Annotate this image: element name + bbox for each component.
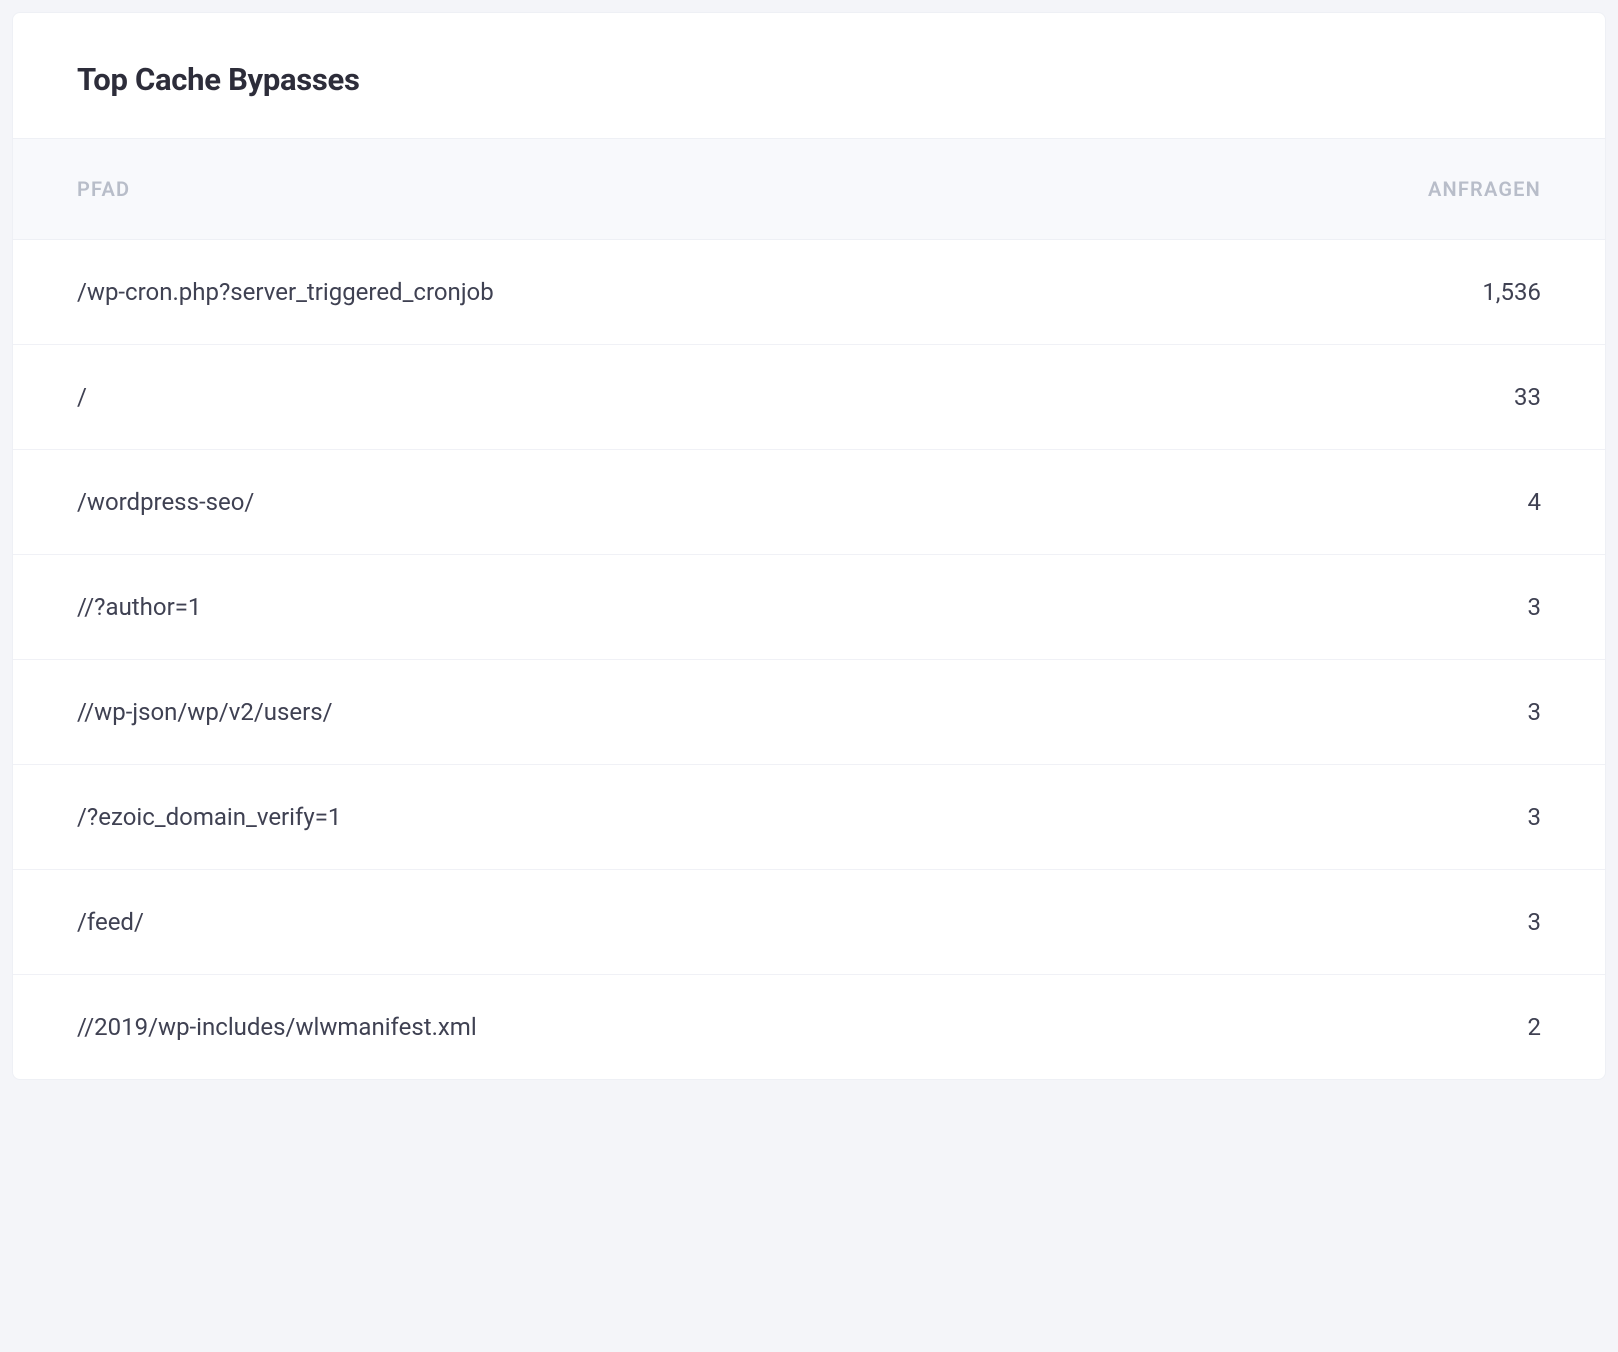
cell-requests: 3	[1117, 555, 1605, 660]
cell-path: //?author=1	[13, 555, 1117, 660]
cell-path: //wp-json/wp/v2/users/	[13, 660, 1117, 765]
card-title: Top Cache Bypasses	[77, 61, 1541, 98]
table-row: /?ezoic_domain_verify=13	[13, 765, 1605, 870]
cell-requests: 2	[1117, 975, 1605, 1080]
column-header-requests: ANFRAGEN	[1117, 139, 1605, 240]
cell-path: /?ezoic_domain_verify=1	[13, 765, 1117, 870]
cell-path: /wp-cron.php?server_triggered_cronjob	[13, 240, 1117, 345]
table-row: /feed/3	[13, 870, 1605, 975]
cell-requests: 33	[1117, 345, 1605, 450]
cell-path: /	[13, 345, 1117, 450]
cache-bypass-table: PFAD ANFRAGEN /wp-cron.php?server_trigge…	[13, 138, 1605, 1079]
cell-requests: 3	[1117, 660, 1605, 765]
table-row: //wp-json/wp/v2/users/3	[13, 660, 1605, 765]
cell-path: /feed/	[13, 870, 1117, 975]
cell-requests: 1,536	[1117, 240, 1605, 345]
cell-requests: 4	[1117, 450, 1605, 555]
cell-path: /wordpress-seo/	[13, 450, 1117, 555]
card-header: Top Cache Bypasses	[13, 13, 1605, 138]
table-row: /wp-cron.php?server_triggered_cronjob1,5…	[13, 240, 1605, 345]
table-row: /wordpress-seo/4	[13, 450, 1605, 555]
cell-requests: 3	[1117, 765, 1605, 870]
table-row: //?author=13	[13, 555, 1605, 660]
cell-requests: 3	[1117, 870, 1605, 975]
table-row: //2019/wp-includes/wlwmanifest.xml2	[13, 975, 1605, 1080]
column-header-path: PFAD	[13, 139, 1117, 240]
table-row: /33	[13, 345, 1605, 450]
card-top-cache-bypasses: Top Cache Bypasses PFAD ANFRAGEN /wp-cro…	[12, 12, 1606, 1080]
cell-path: //2019/wp-includes/wlwmanifest.xml	[13, 975, 1117, 1080]
table-header-row: PFAD ANFRAGEN	[13, 139, 1605, 240]
